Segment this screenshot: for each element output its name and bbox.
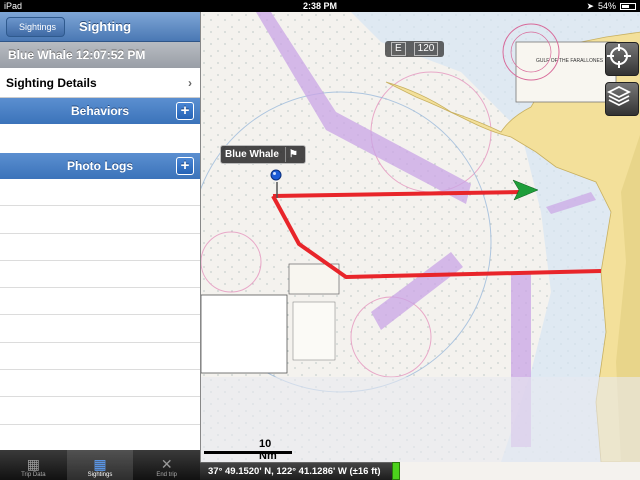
tab-label: Trip Data — [21, 472, 46, 478]
back-button[interactable]: Sightings — [6, 16, 66, 37]
sighting-details-row[interactable]: Sighting Details › — [0, 68, 200, 98]
crosshair-icon — [607, 44, 631, 68]
battery-icon — [620, 2, 636, 10]
sighting-panel: Sightings Sighting Blue Whale 12:07:52 P… — [0, 12, 200, 450]
tab-end-trip[interactable]: ✕ End trip — [133, 450, 200, 480]
list-item — [0, 370, 200, 398]
list-item — [0, 397, 200, 425]
app-root: iPad 2:38 PM ➤ 54% Sightings Sighting Bl… — [0, 0, 640, 480]
close-icon: ✕ — [160, 456, 173, 472]
svg-text:GULF OF THE FARALLONES: GULF OF THE FARALLONES — [536, 58, 604, 64]
status-time: 2:38 PM — [302, 1, 337, 11]
location-icon: ➤ — [586, 0, 594, 11]
nav-bar: Sightings Sighting — [0, 12, 200, 42]
tab-trip-data[interactable]: ▦ Trip Data — [0, 450, 67, 480]
sighting-header: Blue Whale 12:07:52 PM — [0, 42, 200, 68]
sighting-marker-callout[interactable]: Blue Whale ⚑ — [220, 145, 306, 164]
scale-bar — [204, 451, 292, 454]
photo-logs-list — [0, 179, 200, 450]
list-item — [0, 179, 200, 207]
list-item — [0, 424, 200, 450]
add-photo-log-button[interactable]: + — [176, 157, 194, 175]
marker-label: Blue Whale — [225, 149, 279, 160]
photo-logs-label: Photo Logs — [67, 159, 133, 173]
coordinates-bar: 37° 49.1520' N, 122° 41.1286' W (±16 ft) — [200, 462, 398, 480]
compass-value: 120 — [413, 42, 439, 56]
grid-icon: ▦ — [26, 456, 40, 472]
tab-sightings[interactable]: ▦ Sightings — [66, 450, 134, 480]
list-item — [0, 206, 200, 234]
grid-icon: ▦ — [93, 456, 107, 472]
layers-button[interactable] — [605, 82, 639, 116]
list-item — [0, 342, 200, 371]
add-behavior-button[interactable]: + — [176, 102, 194, 120]
list-item — [0, 233, 200, 261]
locate-button[interactable] — [605, 42, 639, 76]
behaviors-section-header: Behaviors + — [0, 98, 200, 124]
list-item — [0, 260, 200, 289]
compass-readout: E 120 — [385, 41, 445, 57]
nav-title: Sighting — [79, 19, 132, 34]
device-label: iPad — [4, 1, 23, 11]
layers-icon — [606, 85, 632, 107]
flag-icon[interactable]: ⚑ — [284, 147, 301, 162]
status-bar: iPad 2:38 PM ➤ 54% — [0, 0, 640, 12]
chevron-right-icon: › — [188, 75, 192, 90]
tab-label: End trip — [156, 472, 178, 478]
tab-bar: ▦ Trip Data ▦ Sightings ✕ End trip — [0, 450, 200, 480]
behaviors-label: Behaviors — [70, 104, 130, 118]
status-right: ➤ 54% — [586, 1, 636, 12]
coordinates-readout: 37° 49.1520' N, 122° 41.1286' W (±16 ft) — [208, 466, 381, 477]
compass-heading: E — [391, 42, 406, 56]
list-item — [0, 288, 200, 316]
photo-logs-section-header: Photo Logs + — [0, 153, 200, 179]
battery-percent: 54% — [597, 1, 616, 11]
list-item — [0, 315, 200, 343]
chart-canvas: GULF OF THE FARALLONES — [201, 12, 640, 462]
gps-status-indicator — [392, 462, 400, 480]
map-bottom-strip — [400, 462, 640, 480]
nautical-chart-map[interactable]: GULF OF THE FARALLONES Blue Whale ⚑ E 12… — [200, 12, 640, 462]
tab-label: Sightings — [87, 472, 113, 478]
scale-label: 10 Nm — [259, 438, 277, 462]
sighting-details-label: Sighting Details — [6, 75, 97, 90]
map-scale: 10 Nm — [204, 438, 292, 462]
behaviors-list — [0, 124, 200, 153]
